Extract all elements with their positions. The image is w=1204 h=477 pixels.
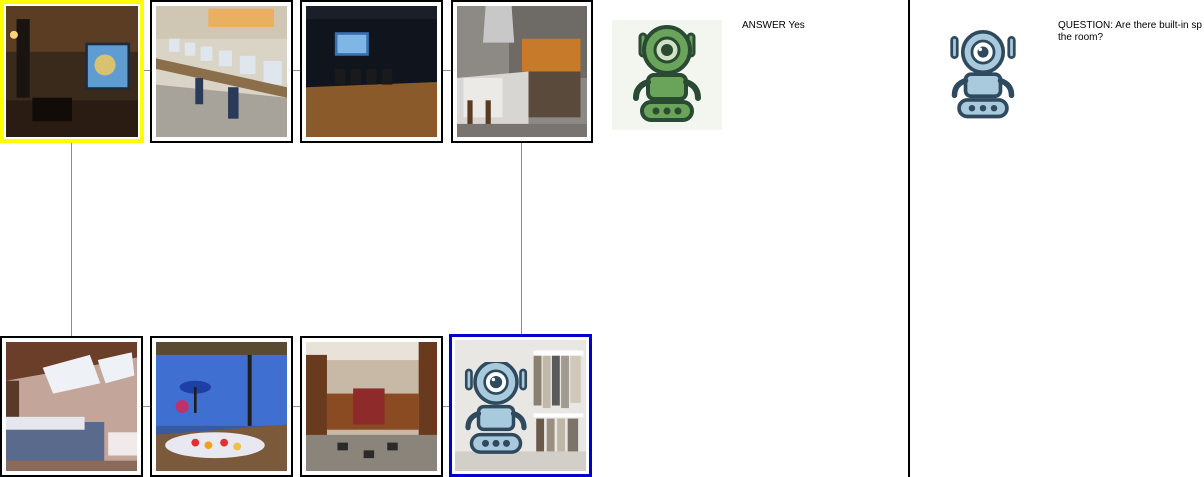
tile-walk-in-closet[interactable] (449, 334, 592, 477)
blue-robot-icon (461, 362, 531, 460)
tile-kitchen[interactable] (451, 0, 593, 143)
connector-line (71, 142, 72, 337)
question-text: QUESTION: Are there built-in sp the room… (1058, 20, 1202, 43)
green-robot-icon (612, 20, 722, 130)
basement-bar-image (306, 342, 437, 471)
blue-robot-icon (945, 30, 1021, 122)
answer-text: ANSWER Yes (742, 20, 805, 31)
computer-lab-image (156, 6, 287, 137)
connector-line (521, 142, 522, 335)
tile-attic-bedroom[interactable] (0, 336, 143, 477)
tile-basement-bar[interactable] (300, 336, 443, 477)
tile-computer-lab[interactable] (150, 0, 293, 143)
panel-divider (908, 0, 910, 477)
home-theater-image (6, 6, 138, 137)
tile-screening-room[interactable] (300, 0, 443, 143)
tile-bathroom[interactable] (150, 336, 293, 477)
screening-room-image (306, 6, 437, 137)
tile-home-theater[interactable] (0, 0, 144, 143)
bathroom-image (156, 342, 287, 471)
walk-in-closet-image (455, 340, 586, 471)
kitchen-image (457, 6, 587, 137)
attic-bedroom-image (6, 342, 137, 471)
